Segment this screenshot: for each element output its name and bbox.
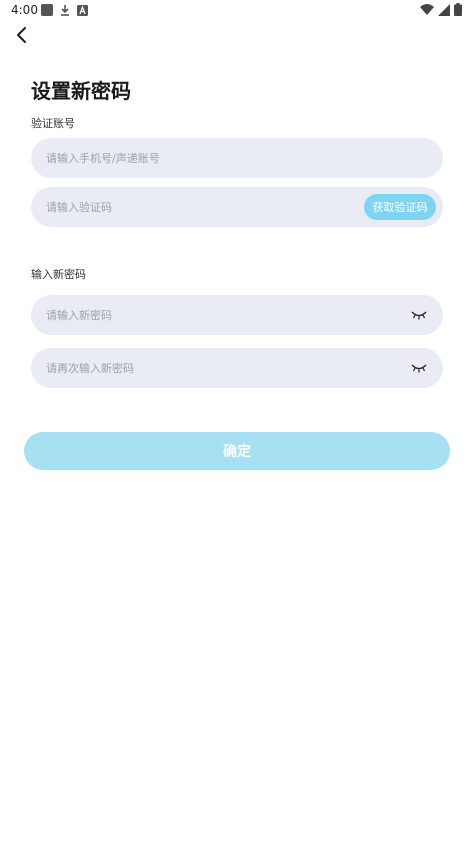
battery-icon <box>454 3 462 16</box>
status-time: 4:00 <box>11 3 38 17</box>
confirm-button[interactable]: 确定 <box>24 432 450 470</box>
new-password-label: 输入新密码 <box>31 268 86 281</box>
password-visibility-toggle[interactable] <box>411 310 427 320</box>
notification-square-icon <box>41 4 53 16</box>
new-password-field <box>31 295 443 335</box>
download-icon <box>61 5 69 16</box>
verify-account-label: 验证账号 <box>31 117 75 130</box>
status-bar: 4:00 <box>0 0 474 20</box>
new-password-input[interactable] <box>31 295 411 335</box>
code-field: 获取验证码 <box>31 187 443 227</box>
signal-icon <box>438 3 450 16</box>
confirm-password-field <box>31 348 443 388</box>
app-a-icon <box>77 4 88 16</box>
account-input[interactable] <box>31 138 443 178</box>
account-field <box>31 138 443 178</box>
status-icons-right <box>420 3 462 16</box>
chevron-left-icon <box>17 27 26 43</box>
eye-closed-icon <box>411 311 427 320</box>
confirm-password-input[interactable] <box>31 348 411 388</box>
confirm-password-visibility-toggle[interactable] <box>411 363 427 373</box>
page-title: 设置新密码 <box>31 79 131 103</box>
status-icons-left <box>41 4 88 16</box>
get-code-button[interactable]: 获取验证码 <box>364 194 436 220</box>
eye-closed-icon <box>411 364 427 373</box>
wifi-icon <box>420 3 434 15</box>
back-button[interactable] <box>10 24 34 48</box>
